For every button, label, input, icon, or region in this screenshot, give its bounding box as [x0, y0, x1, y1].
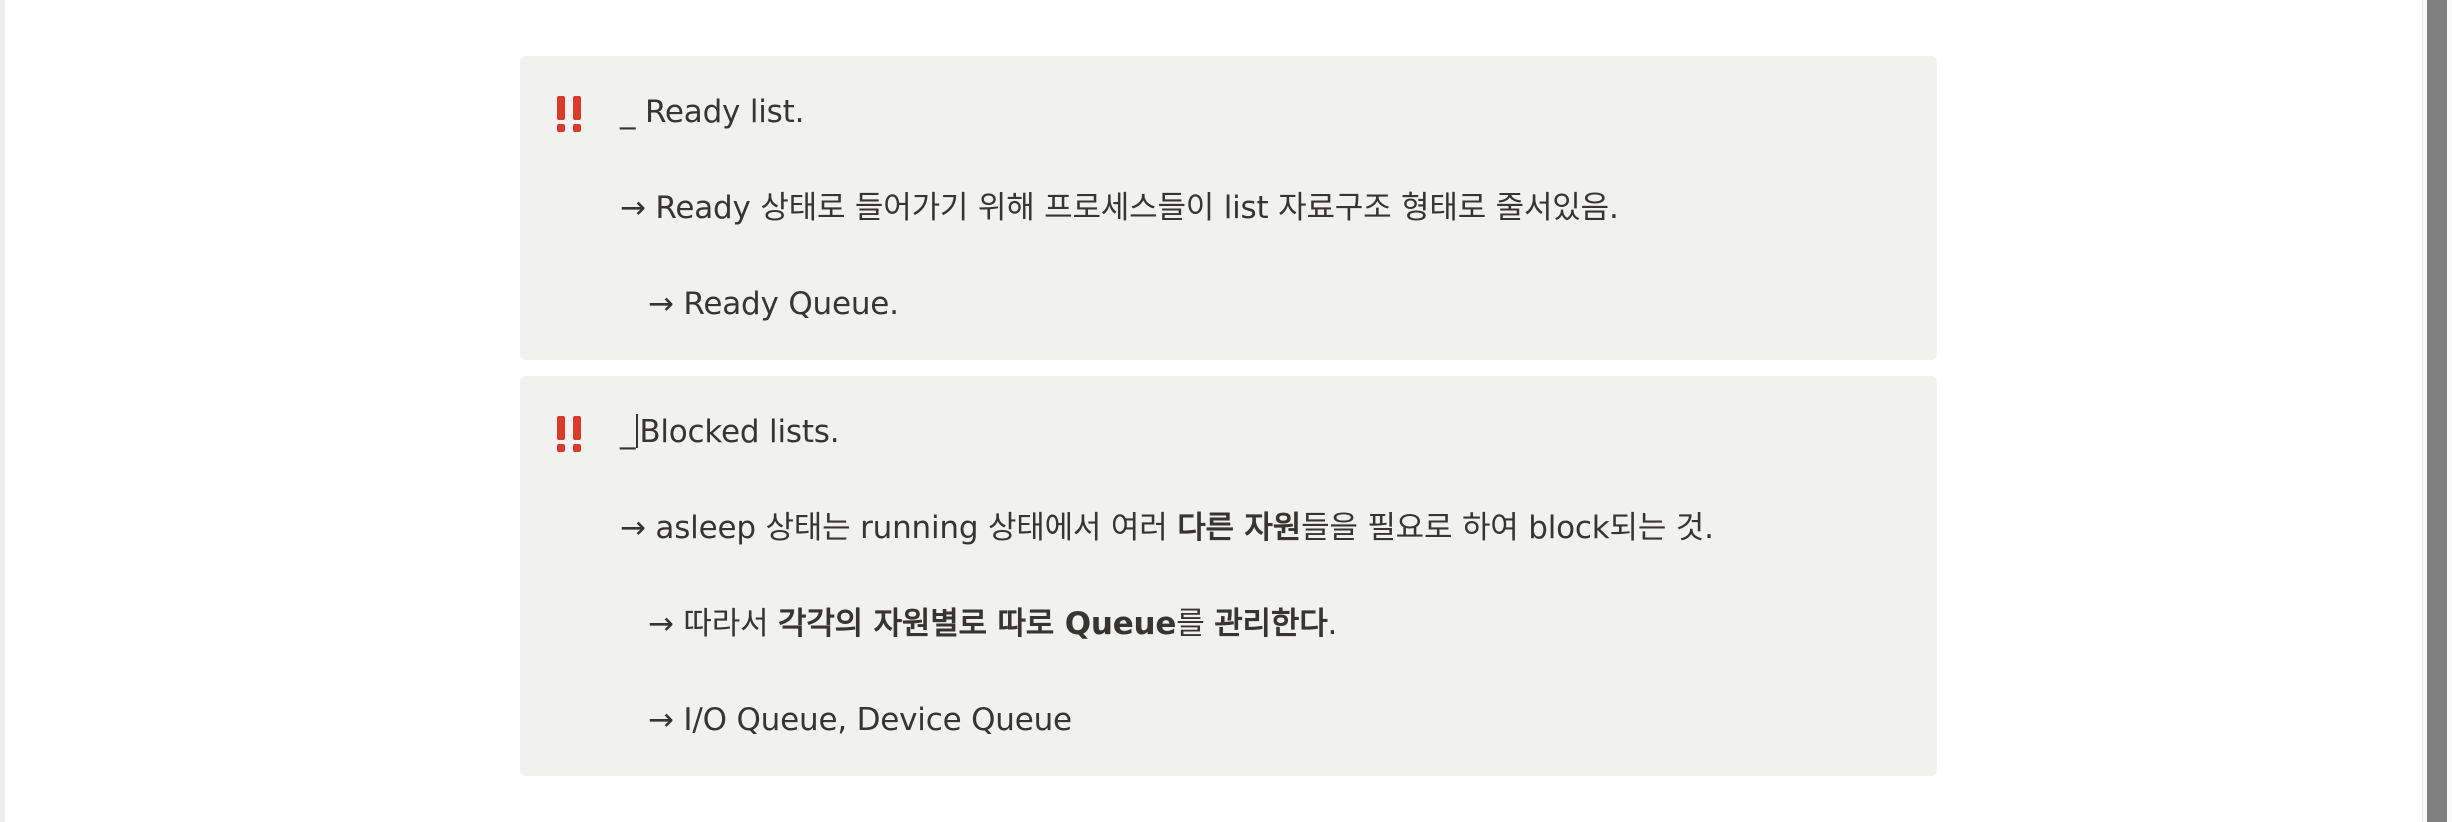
bold-text: 관리한다 [1214, 606, 1328, 642]
text-run: 들을 필요로 하여 block되는 것. [1301, 510, 1714, 546]
callout-line[interactable]: → 따라서 각각의 자원별로 따로 Queue를 관리한다. [648, 604, 1337, 644]
callout-line[interactable]: → asleep 상태는 running 상태에서 여러 다른 자원들을 필요로… [620, 508, 1714, 548]
text-cursor [636, 414, 639, 448]
callout-title[interactable]: _ Ready list. [620, 92, 804, 132]
notion-page: _ Ready list. → Ready 상태로 들어가기 위해 프로세스들이… [0, 0, 2452, 822]
double-exclamation-icon[interactable] [550, 414, 590, 454]
callout-title[interactable]: _ Blocked lists. [620, 412, 840, 452]
text-run: → asleep 상태는 running 상태에서 여러 [620, 510, 1178, 546]
callout-line[interactable]: → Ready Queue. [648, 284, 899, 324]
callout-ready-list[interactable]: _ Ready list. → Ready 상태로 들어가기 위해 프로세스들이… [520, 56, 1937, 360]
scrollbar-thumb[interactable] [2427, 0, 2447, 822]
callout-line[interactable]: → Ready 상태로 들어가기 위해 프로세스들이 list 자료구조 형태로… [620, 188, 1619, 228]
bold-text: 다른 자원 [1177, 510, 1302, 546]
text-run: → 따라서 [648, 606, 779, 642]
callout-line[interactable]: → I/O Queue, Device Queue [648, 700, 1072, 740]
window-left-edge [0, 0, 5, 822]
title-text: Blocked lists. [639, 414, 840, 450]
double-exclamation-icon[interactable] [550, 94, 590, 134]
text-run: . [1327, 606, 1338, 642]
text-run: 를 [1176, 606, 1215, 642]
bold-text: 각각의 자원별로 따로 Queue [778, 606, 1177, 642]
title-prefix: _ [620, 414, 636, 450]
callout-blocked-lists[interactable]: _ Blocked lists. → asleep 상태는 running 상태에… [520, 376, 1937, 776]
